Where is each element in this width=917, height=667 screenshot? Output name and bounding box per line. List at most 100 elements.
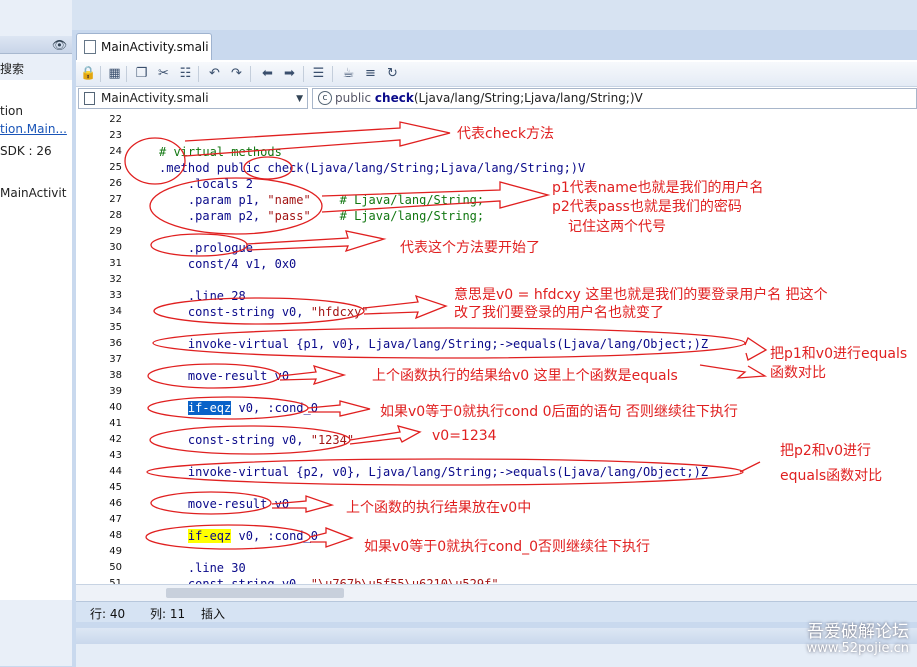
line-number: 22 [109,114,122,125]
line-number: 46 [109,498,122,509]
toolbar-separator [198,66,199,82]
note-compare-2: equals函数对比 [780,468,883,484]
note-move-result-2: 上个函数的执行结果放在v0中 [346,500,532,516]
code-text: const-string v0, "hfdcxy" [159,305,369,319]
java-icon[interactable]: ☕ [340,66,357,82]
tab-label: MainActivity.smali [101,40,209,54]
refresh-icon[interactable]: ↻ [384,66,401,82]
cut-icon[interactable]: ✂ [155,66,172,82]
tree-item[interactable]: tion [0,104,23,118]
status-mode: 插入 [201,607,226,621]
line-number: 37 [109,354,122,365]
code-text: # virtual methods [159,145,282,159]
line-number: 23 [109,130,122,141]
note-check-method: 代表check方法 [457,126,554,142]
note-equals-p1: 把p1和v0进行equals [770,346,908,362]
line-number: 26 [109,178,122,189]
status-row: 行: 40 [90,607,126,621]
left-tree: tion tion.Main... SDK : 26 MainActivit [0,80,72,600]
watermark-url: www.52pojie.cn [806,641,909,656]
line-number: 31 [109,258,122,269]
note-move-result: 上个函数执行的结果给v0 这里上个函数是equals [372,368,678,384]
editor-toolbar: 🔒 ▦ ❐ ✂ ☷ ↶ ↷ ⬅ ➡ ☰ ☕ ≡ ↻ [76,62,917,87]
line-number: 45 [109,482,122,493]
code-text: const/4 v1, 0x0 [159,257,297,271]
tab-main-activity[interactable]: MainActivity.smali [76,33,212,61]
chevron-down-icon[interactable]: ▼ [296,94,303,104]
method-combo-value: public check(Ljava/lang/String;Ljava/lan… [335,91,643,105]
file-icon [84,40,96,54]
code-text: .param p2, "pass" # Ljava/lang/String; [159,209,485,223]
code-text: .line 28 [159,289,246,303]
tree-item[interactable]: MainActivit [0,186,66,200]
code-text: if-eqz v0, :cond_0 [187,401,318,415]
forward-icon[interactable]: ➡ [281,66,298,82]
copy-icon[interactable]: ❐ [133,66,150,82]
line-number: 35 [109,322,122,333]
undo-icon[interactable]: ↶ [206,66,223,82]
line-number: 28 [109,210,122,221]
line-number: 39 [109,386,122,397]
bottom-panel-header [76,628,917,644]
line-number: 29 [109,226,122,237]
format-icon[interactable]: ☰ [310,66,327,82]
line-number: 44 [109,466,122,477]
status-bar: 行: 40 列: 11 插入 [76,601,917,622]
line-number: 27 [109,194,122,205]
method-prefix: public [335,91,375,105]
line-number: 30 [109,242,122,253]
toolbar-separator [126,66,127,82]
line-number: 25 [109,162,122,173]
save-icon[interactable]: ▦ [106,66,123,82]
note-if-eqz-2: 如果v0等于0就执行cond_0否则继续往下执行 [364,539,651,555]
note-equals-p2: 把p2和v0进行 [780,443,871,459]
code-text: const-string v0, "1234" [159,433,355,447]
note-prologue: 代表这个方法要开始了 [400,240,540,256]
line-number: 49 [109,546,122,557]
line-number: 32 [109,274,122,285]
file-combo-value: MainActivity.smali [101,91,209,105]
back-icon[interactable]: ⬅ [259,66,276,82]
code-text: .line 30 [159,561,246,575]
redo-icon[interactable]: ↷ [228,66,245,82]
code-text: move-result v0 [159,497,290,511]
scrollbar-thumb[interactable] [166,588,344,598]
line-number: 47 [109,514,122,525]
code-text: .param p1, "name" # Ljava/lang/String; [159,193,485,207]
left-panel: 👁 搜索 tion tion.Main... SDK : 26 MainActi… [0,0,72,666]
file-combo[interactable]: MainActivity.smali ▼ [78,88,308,109]
note-v0-hfdcxy: 意思是v0 = hfdcxy 这里也就是我们的要登录用户名 把这个 [454,287,828,303]
title-strip [72,0,917,30]
code-text: move-result v0 [159,369,290,383]
note-compare: 函数对比 [770,365,826,381]
line-number: 33 [109,290,122,301]
tree-item-link[interactable]: tion.Main... [0,122,67,136]
note-remember: 记住这两个代号 [568,219,666,235]
eye-icon[interactable]: 👁 [52,38,67,52]
line-number: 38 [109,370,122,381]
method-icon: c [318,91,332,105]
list-icon[interactable]: ≡ [362,66,379,82]
line-number: 42 [109,434,122,445]
line-number: 41 [109,418,122,429]
note-p1-name: p1代表name也就是我们的用户名 [552,180,764,196]
code-text: .method public check(Ljava/lang/String;L… [159,161,586,175]
horizontal-scrollbar[interactable] [76,584,917,602]
code-text: .locals 2 [159,177,253,191]
lock-icon[interactable]: 🔒 [80,66,97,82]
line-number: 34 [109,306,122,317]
line-number: 43 [109,450,122,461]
note-v0-1234: v0=1234 [432,428,497,444]
search-label[interactable]: 搜索 [0,60,24,77]
note-if-eqz: 如果v0等于0就执行cond 0后面的语句 否则继续往下执行 [380,404,738,420]
note-p2-pass: p2代表pass也就是我们的密码 [552,199,742,215]
toolbar-separator [303,66,304,82]
method-combo[interactable]: c public check(Ljava/lang/String;Ljava/l… [312,88,917,109]
paste-icon[interactable]: ☷ [177,66,194,82]
line-number: 40 [109,402,122,413]
method-signature: (Ljava/lang/String;Ljava/lang/String;)V [413,91,643,105]
toolbar-separator [100,66,101,82]
line-number: 24 [109,146,122,157]
toolbar-separator [332,66,333,82]
code-text: if-eqz v0, :cond_0 [187,529,318,543]
